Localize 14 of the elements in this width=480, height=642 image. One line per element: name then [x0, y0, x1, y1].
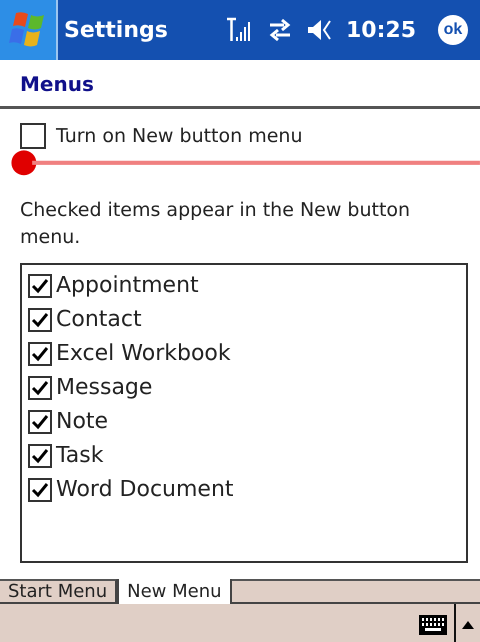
list-item-label: Message: [56, 375, 152, 400]
list-item-label: Task: [56, 443, 104, 468]
list-item-label: Excel Workbook: [56, 341, 231, 366]
description-text: Checked items appear in the New button menu.: [20, 198, 412, 250]
list-item-label: Word Document: [56, 477, 234, 502]
list-item-label: Contact: [56, 307, 142, 332]
clock-time: 10:25: [346, 18, 416, 42]
window-title: Settings: [64, 18, 169, 42]
list-item-label: Appointment: [56, 273, 199, 298]
checkbox-label: Turn on New button menu: [56, 125, 302, 147]
ok-button[interactable]: ok: [438, 15, 468, 45]
tab[interactable]: New Menu: [117, 578, 232, 604]
page-heading: Menus: [0, 60, 480, 109]
list-item-label: Note: [56, 409, 108, 434]
